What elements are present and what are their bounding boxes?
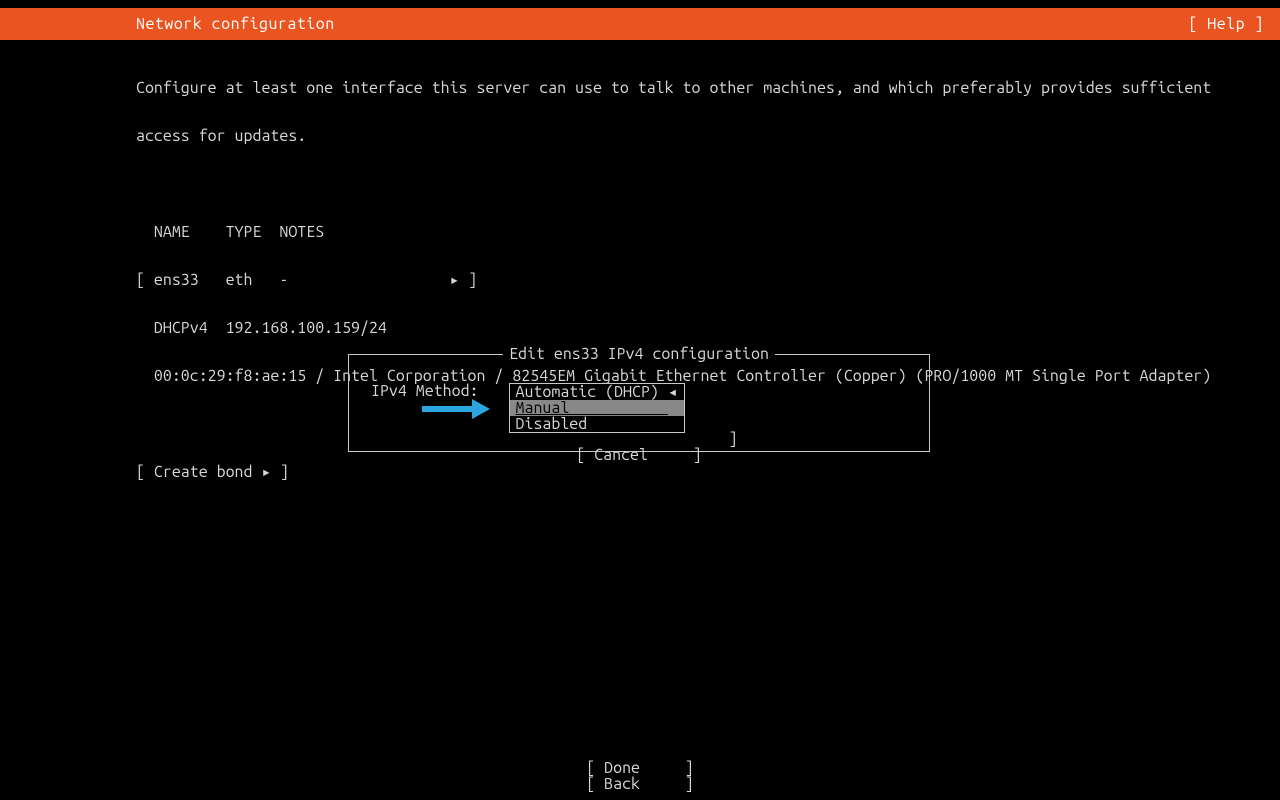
instruction-text: Configure at least one interface this se…: [136, 80, 1160, 96]
footer-actions: [ Done ] [ Back ]: [0, 760, 1280, 792]
create-bond-button[interactable]: [ Create bond ▸ ]: [136, 464, 1160, 480]
dialog-title: Edit ens33 IPv4 configuration: [349, 346, 929, 362]
dropdown-option-automatic[interactable]: Automatic (DHCP) ◂: [510, 384, 684, 400]
done-button[interactable]: [ Done ]: [0, 760, 1280, 776]
ipv4-method-label: IPv4 Method:: [371, 383, 479, 399]
edit-ipv4-dialog: Edit ens33 IPv4 configuration IPv4 Metho…: [348, 354, 930, 452]
back-button[interactable]: [ Back ]: [0, 776, 1280, 792]
dialog-save-fragment: ]: [349, 431, 929, 447]
interface-row-ens33[interactable]: [ ens33 eth - ▸ ]: [136, 272, 1160, 288]
interface-table-header: NAME TYPE NOTES: [136, 224, 1160, 240]
ipv4-method-dropdown[interactable]: Automatic (DHCP) ◂ Manual Disabled: [509, 383, 685, 433]
arrow-annotation-icon: [422, 399, 490, 419]
cancel-button[interactable]: [ Cancel ]: [349, 447, 929, 463]
help-button[interactable]: [ Help ]: [1188, 16, 1264, 32]
interface-dhcp-info: DHCPv4 192.168.100.159/24: [136, 320, 1160, 336]
dropdown-option-manual[interactable]: Manual: [510, 400, 684, 416]
title-bar: Network configuration [ Help ]: [0, 8, 1280, 40]
instruction-text: access for updates.: [136, 128, 1160, 144]
dialog-title-text: Edit ens33 IPv4 configuration: [503, 345, 775, 363]
page-title: Network configuration: [136, 16, 335, 32]
